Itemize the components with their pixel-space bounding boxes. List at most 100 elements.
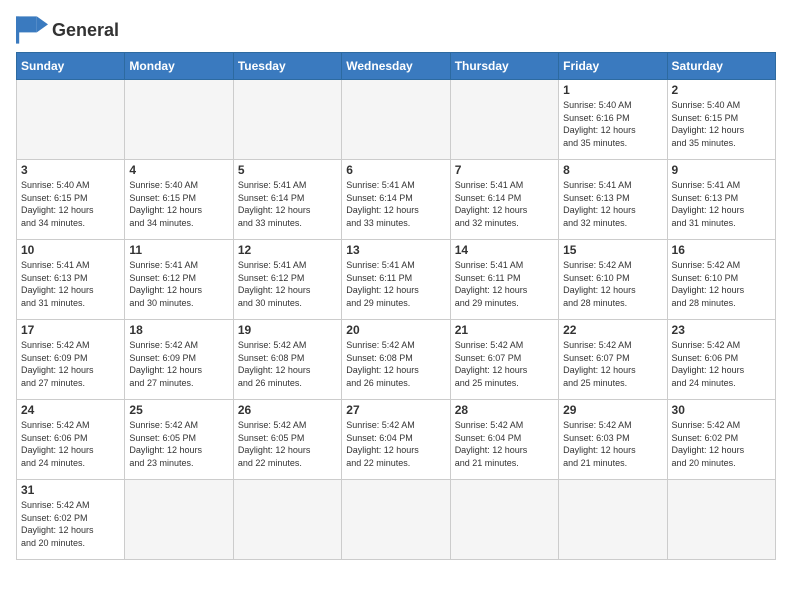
calendar-cell: [233, 80, 341, 160]
weekday-header-thursday: Thursday: [450, 53, 558, 80]
calendar-cell: 5Sunrise: 5:41 AM Sunset: 6:14 PM Daylig…: [233, 160, 341, 240]
day-number: 9: [672, 163, 771, 177]
sun-info: Sunrise: 5:40 AM Sunset: 6:15 PM Dayligh…: [672, 99, 771, 149]
weekday-header-wednesday: Wednesday: [342, 53, 450, 80]
header: General: [16, 16, 776, 44]
calendar-cell: 20 Sunrise: 5:42 AM Sunset: 6:08 PM Dayli…: [342, 320, 450, 400]
logo: General: [16, 16, 119, 44]
day-number: 3: [21, 163, 120, 177]
sun-info: Sunrise: 5:41 AM Sunset: 6:14 PM Dayligh…: [455, 179, 554, 229]
logo-text: General: [52, 21, 119, 39]
calendar-cell: 28 Sunrise: 5:42 AM Sunset: 6:04 PM Dayli…: [450, 400, 558, 480]
calendar-week-1: 1Sunrise: 5:40 AM Sunset: 6:16 PM Daylig…: [17, 80, 776, 160]
sun-info: Sunrise: 5:42 AM Sunset: 6:07 PM Dayligh…: [563, 339, 662, 389]
sun-info: Sunrise: 5:42 AM Sunset: 6:06 PM Dayligh…: [21, 419, 120, 469]
calendar-cell: 12Sunrise: 5:41 AM Sunset: 6:12 PM Dayli…: [233, 240, 341, 320]
day-number: 11: [129, 243, 228, 257]
sun-info: Sunrise: 5:42 AM Sunset: 6:09 PM Dayligh…: [129, 339, 228, 389]
calendar-cell: 13Sunrise: 5:41 AM Sunset: 6:11 PM Dayli…: [342, 240, 450, 320]
sun-info: Sunrise: 5:41 AM Sunset: 6:14 PM Dayligh…: [346, 179, 445, 229]
sun-info: Sunrise: 5:42 AM Sunset: 6:09 PM Dayligh…: [21, 339, 120, 389]
calendar-cell: 11 Sunrise: 5:41 AM Sunset: 6:12 PM Dayli…: [125, 240, 233, 320]
calendar-cell: [125, 80, 233, 160]
day-number: 21: [455, 323, 554, 337]
sun-info: Sunrise: 5:42 AM Sunset: 6:04 PM Dayligh…: [346, 419, 445, 469]
day-number: 17: [21, 323, 120, 337]
sun-info: Sunrise: 5:42 AM Sunset: 6:05 PM Dayligh…: [238, 419, 337, 469]
calendar-cell: 25 Sunrise: 5:42 AM Sunset: 6:05 PM Dayli…: [125, 400, 233, 480]
calendar-cell: 3Sunrise: 5:40 AM Sunset: 6:15 PM Daylig…: [17, 160, 125, 240]
calendar-cell: 4 Sunrise: 5:40 AM Sunset: 6:15 PM Daylig…: [125, 160, 233, 240]
day-number: 1: [563, 83, 662, 97]
calendar-cell: [667, 480, 775, 560]
day-number: 16: [672, 243, 771, 257]
day-number: 31: [21, 483, 120, 497]
weekday-header-sunday: Sunday: [17, 53, 125, 80]
weekday-header-saturday: Saturday: [667, 53, 775, 80]
calendar-cell: [125, 480, 233, 560]
day-number: 20: [346, 323, 445, 337]
day-number: 23: [672, 323, 771, 337]
day-number: 14: [455, 243, 554, 257]
sun-info: Sunrise: 5:42 AM Sunset: 6:03 PM Dayligh…: [563, 419, 662, 469]
day-number: 2: [672, 83, 771, 97]
calendar-cell: 26 Sunrise: 5:42 AM Sunset: 6:05 PM Dayli…: [233, 400, 341, 480]
sun-info: Sunrise: 5:42 AM Sunset: 6:10 PM Dayligh…: [672, 259, 771, 309]
day-number: 6: [346, 163, 445, 177]
sun-info: Sunrise: 5:41 AM Sunset: 6:12 PM Dayligh…: [129, 259, 228, 309]
sun-info: Sunrise: 5:42 AM Sunset: 6:04 PM Dayligh…: [455, 419, 554, 469]
calendar-cell: 19 Sunrise: 5:42 AM Sunset: 6:08 PM Dayli…: [233, 320, 341, 400]
calendar-cell: [450, 480, 558, 560]
calendar-cell: [233, 480, 341, 560]
day-number: 12: [238, 243, 337, 257]
day-number: 28: [455, 403, 554, 417]
sun-info: Sunrise: 5:42 AM Sunset: 6:08 PM Dayligh…: [238, 339, 337, 389]
calendar-cell: 18Sunrise: 5:42 AM Sunset: 6:09 PM Dayli…: [125, 320, 233, 400]
sun-info: Sunrise: 5:42 AM Sunset: 6:02 PM Dayligh…: [21, 499, 120, 549]
calendar-week-2: 3 Sunrise: 5:40 AM Sunset: 6:15 PM Daylig…: [17, 160, 776, 240]
calendar-cell: 21 Sunrise: 5:42 AM Sunset: 6:07 PM Dayli…: [450, 320, 558, 400]
calendar-week-5: 24Sunrise: 5:42 AM Sunset: 6:06 PM Dayli…: [17, 400, 776, 480]
day-number: 27: [346, 403, 445, 417]
sun-info: Sunrise: 5:42 AM Sunset: 6:07 PM Dayligh…: [455, 339, 554, 389]
calendar-cell: [17, 80, 125, 160]
calendar-week-6: 31 Sunrise: 5:42 AM Sunset: 6:02 PM Dayli…: [17, 480, 776, 560]
sun-info: Sunrise: 5:42 AM Sunset: 6:05 PM Dayligh…: [129, 419, 228, 469]
sun-info: Sunrise: 5:42 AM Sunset: 6:06 PM Dayligh…: [672, 339, 771, 389]
calendar-header: SundayMondayTuesdayWednesdayThursdayFrid…: [17, 53, 776, 80]
calendar-cell: 15Sunrise: 5:42 AM Sunset: 6:10 PM Dayli…: [559, 240, 667, 320]
day-number: 19: [238, 323, 337, 337]
sun-info: Sunrise: 5:41 AM Sunset: 6:14 PM Dayligh…: [238, 179, 337, 229]
calendar-cell: 27 Sunrise: 5:42 AM Sunset: 6:04 PM Dayli…: [342, 400, 450, 480]
calendar-cell: 1Sunrise: 5:40 AM Sunset: 6:16 PM Daylig…: [559, 80, 667, 160]
calendar-cell: 16 Sunrise: 5:42 AM Sunset: 6:10 PM Dayli…: [667, 240, 775, 320]
calendar-cell: 7Sunrise: 5:41 AM Sunset: 6:14 PM Daylig…: [450, 160, 558, 240]
calendar-cell: 14Sunrise: 5:41 AM Sunset: 6:11 PM Dayli…: [450, 240, 558, 320]
day-number: 22: [563, 323, 662, 337]
weekday-header-monday: Monday: [125, 53, 233, 80]
calendar-cell: 29 Sunrise: 5:42 AM Sunset: 6:03 PM Dayli…: [559, 400, 667, 480]
calendar-week-3: 10Sunrise: 5:41 AM Sunset: 6:13 PM Dayli…: [17, 240, 776, 320]
day-number: 10: [21, 243, 120, 257]
weekday-header-tuesday: Tuesday: [233, 53, 341, 80]
day-number: 29: [563, 403, 662, 417]
calendar-cell: [342, 480, 450, 560]
day-number: 25: [129, 403, 228, 417]
sun-info: Sunrise: 5:40 AM Sunset: 6:15 PM Dayligh…: [129, 179, 228, 229]
generalblue-logo-icon: [16, 16, 48, 44]
sun-info: Sunrise: 5:42 AM Sunset: 6:10 PM Dayligh…: [563, 259, 662, 309]
calendar-cell: 9 Sunrise: 5:41 AM Sunset: 6:13 PM Daylig…: [667, 160, 775, 240]
day-number: 26: [238, 403, 337, 417]
day-number: 4: [129, 163, 228, 177]
sun-info: Sunrise: 5:42 AM Sunset: 6:08 PM Dayligh…: [346, 339, 445, 389]
calendar-cell: 30Sunrise: 5:42 AM Sunset: 6:02 PM Dayli…: [667, 400, 775, 480]
day-number: 8: [563, 163, 662, 177]
sun-info: Sunrise: 5:41 AM Sunset: 6:13 PM Dayligh…: [563, 179, 662, 229]
calendar-cell: 23 Sunrise: 5:42 AM Sunset: 6:06 PM Dayli…: [667, 320, 775, 400]
calendar-cell: [450, 80, 558, 160]
calendar-cell: 24Sunrise: 5:42 AM Sunset: 6:06 PM Dayli…: [17, 400, 125, 480]
calendar-week-4: 17 Sunrise: 5:42 AM Sunset: 6:09 PM Dayli…: [17, 320, 776, 400]
sun-info: Sunrise: 5:41 AM Sunset: 6:13 PM Dayligh…: [672, 179, 771, 229]
sun-info: Sunrise: 5:42 AM Sunset: 6:02 PM Dayligh…: [672, 419, 771, 469]
calendar-cell: 6 Sunrise: 5:41 AM Sunset: 6:14 PM Daylig…: [342, 160, 450, 240]
